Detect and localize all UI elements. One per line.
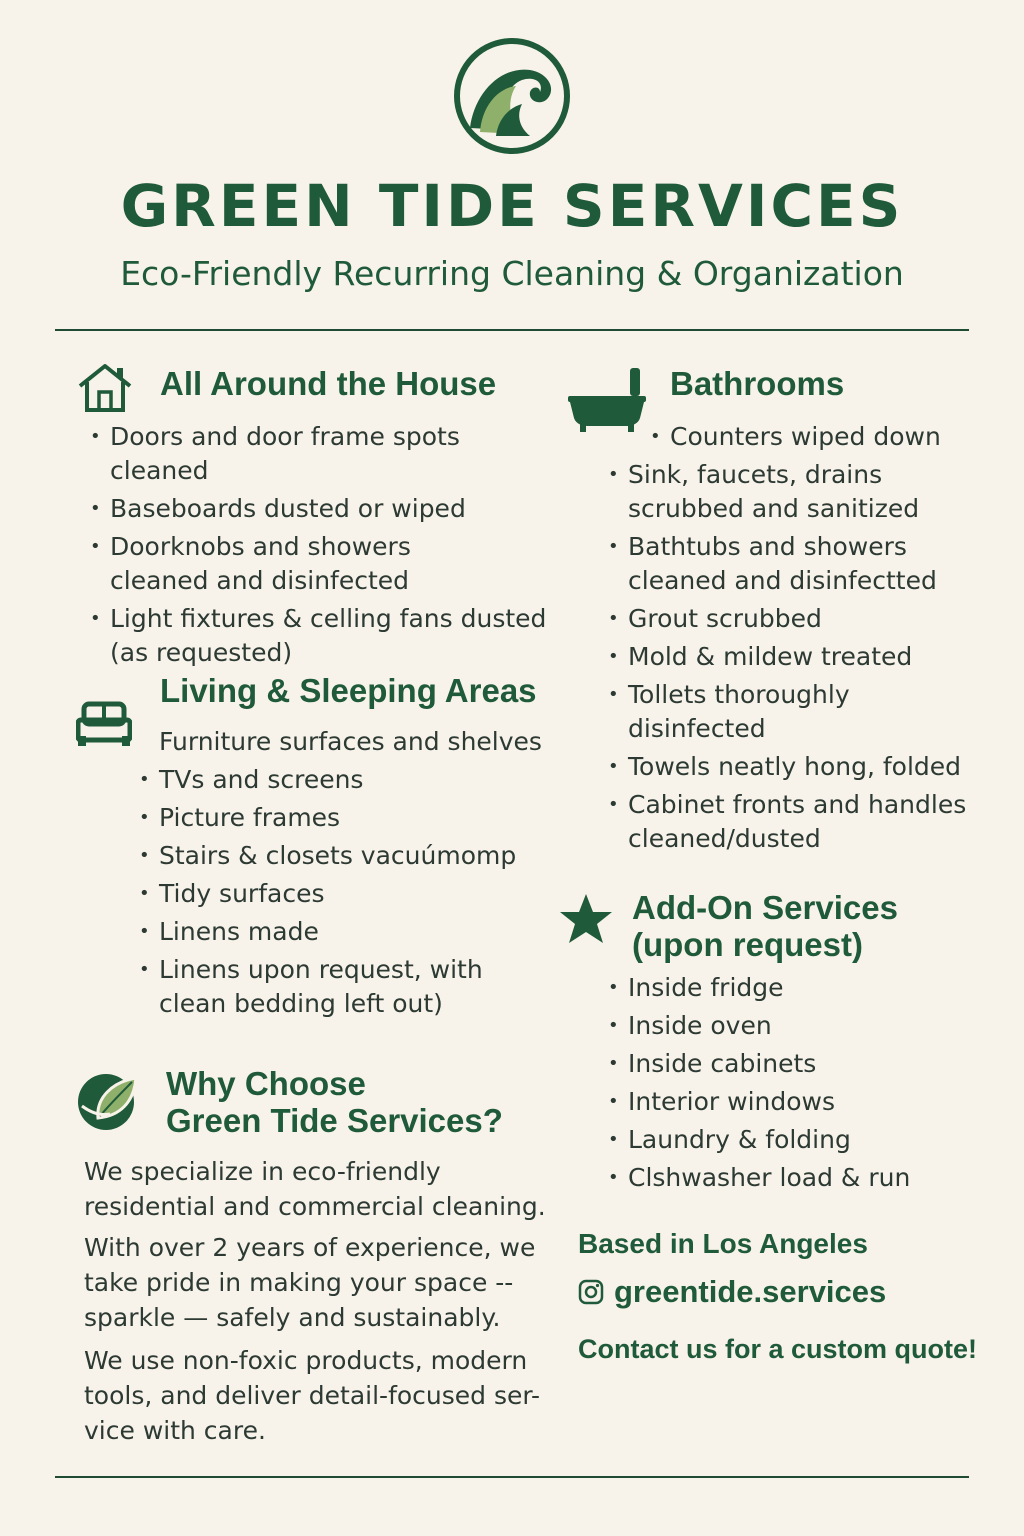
living-list: Furniture surfaces and shelves TVs and s… — [135, 725, 555, 1025]
list-item: Doors and door frame spots cleaned — [86, 420, 556, 488]
list-item: Inside oven — [604, 1009, 984, 1043]
top-divider — [55, 329, 969, 331]
sofa-icon — [76, 701, 132, 746]
page-subtitle: Eco-Friendly Recurring Cleaning & Organi… — [120, 254, 904, 293]
list-item: Tollets thoroughly disinfected — [604, 678, 888, 746]
instagram-link[interactable]: greentide.services — [578, 1272, 886, 1312]
list-item: Light fixtures & celling fans dusted (as… — [86, 602, 550, 670]
list-item: Linens made — [135, 915, 555, 949]
list-item: Towels neatly hong, folded — [604, 750, 984, 784]
list-item: Inside cabinets — [604, 1047, 984, 1081]
quote-cta: Contact us for a custom quote! — [578, 1334, 978, 1364]
list-item: TVs and screens — [135, 763, 555, 797]
section-heading-house: All Around the House — [160, 365, 497, 402]
location-text: Based in Los Angeles — [578, 1228, 868, 1259]
page-title: GREEN TIDE SERVICES — [120, 172, 904, 240]
bathrooms-list: Counters wiped down Sink, faucets, drain… — [604, 420, 984, 860]
instagram-handle: greentide.services — [614, 1274, 887, 1309]
list-item: Baseboards dusted or wiped — [86, 492, 556, 526]
house-icon — [78, 364, 132, 412]
leaf-icon — [78, 1074, 138, 1130]
list-item: Cabinet fronts and handles cleaned/duste… — [604, 788, 978, 856]
list-item: Interior windows — [604, 1085, 984, 1119]
list-item: Stairs & closets vacuúmomp — [135, 839, 555, 873]
bottom-divider — [55, 1476, 969, 1478]
why-heading-line1: Why Choose — [166, 1065, 366, 1102]
wave-logo-icon — [454, 38, 570, 154]
list-item: Laundry & folding — [604, 1123, 984, 1157]
section-heading-addons: Add-On Services (upon request) — [632, 889, 898, 963]
addons-heading-line2: (upon request) — [632, 926, 863, 963]
why-paragraph-3: We use non-foxic products, modern tools,… — [84, 1346, 541, 1445]
why-paragraph-1: We specialize in eco-friendly residentia… — [84, 1157, 546, 1221]
list-item: Inside fridge — [604, 971, 984, 1005]
list-item: Clshwasher load & run — [604, 1161, 984, 1195]
list-item: Sink, faucets, drains scrubbed and sanit… — [604, 458, 928, 526]
list-item: Picture frames — [135, 801, 555, 835]
list-item: Tidy surfaces — [135, 877, 555, 911]
star-icon — [560, 894, 612, 943]
house-list: Doors and door frame spots cleaned Baseb… — [86, 420, 556, 674]
section-heading-why: Why Choose Green Tide Services? — [166, 1065, 503, 1139]
list-item: Mold & mildew treated — [604, 640, 984, 674]
addons-list: Inside fridge Inside oven Inside cabinet… — [604, 971, 984, 1199]
why-heading-line2: Green Tide Services? — [166, 1102, 503, 1139]
addons-heading-line1: Add-On Services — [632, 889, 898, 926]
list-item: Doorknobs and showers cleaned and disinf… — [86, 530, 510, 598]
section-heading-living: Living & Sleeping Areas — [160, 672, 537, 709]
list-item: Bathtubs and showers cleaned and disinfe… — [604, 530, 958, 598]
list-item: Grout scrubbed — [604, 602, 984, 636]
list-item: Linens upon request, with clean bedding … — [135, 953, 549, 1021]
list-item: Counters wiped down — [646, 420, 984, 454]
why-paragraph-2: With over 2 years of experience, we take… — [84, 1233, 536, 1332]
instagram-icon — [578, 1279, 604, 1305]
section-heading-bathrooms: Bathrooms — [670, 365, 845, 402]
list-item: Furniture surfaces and shelves — [159, 727, 542, 756]
